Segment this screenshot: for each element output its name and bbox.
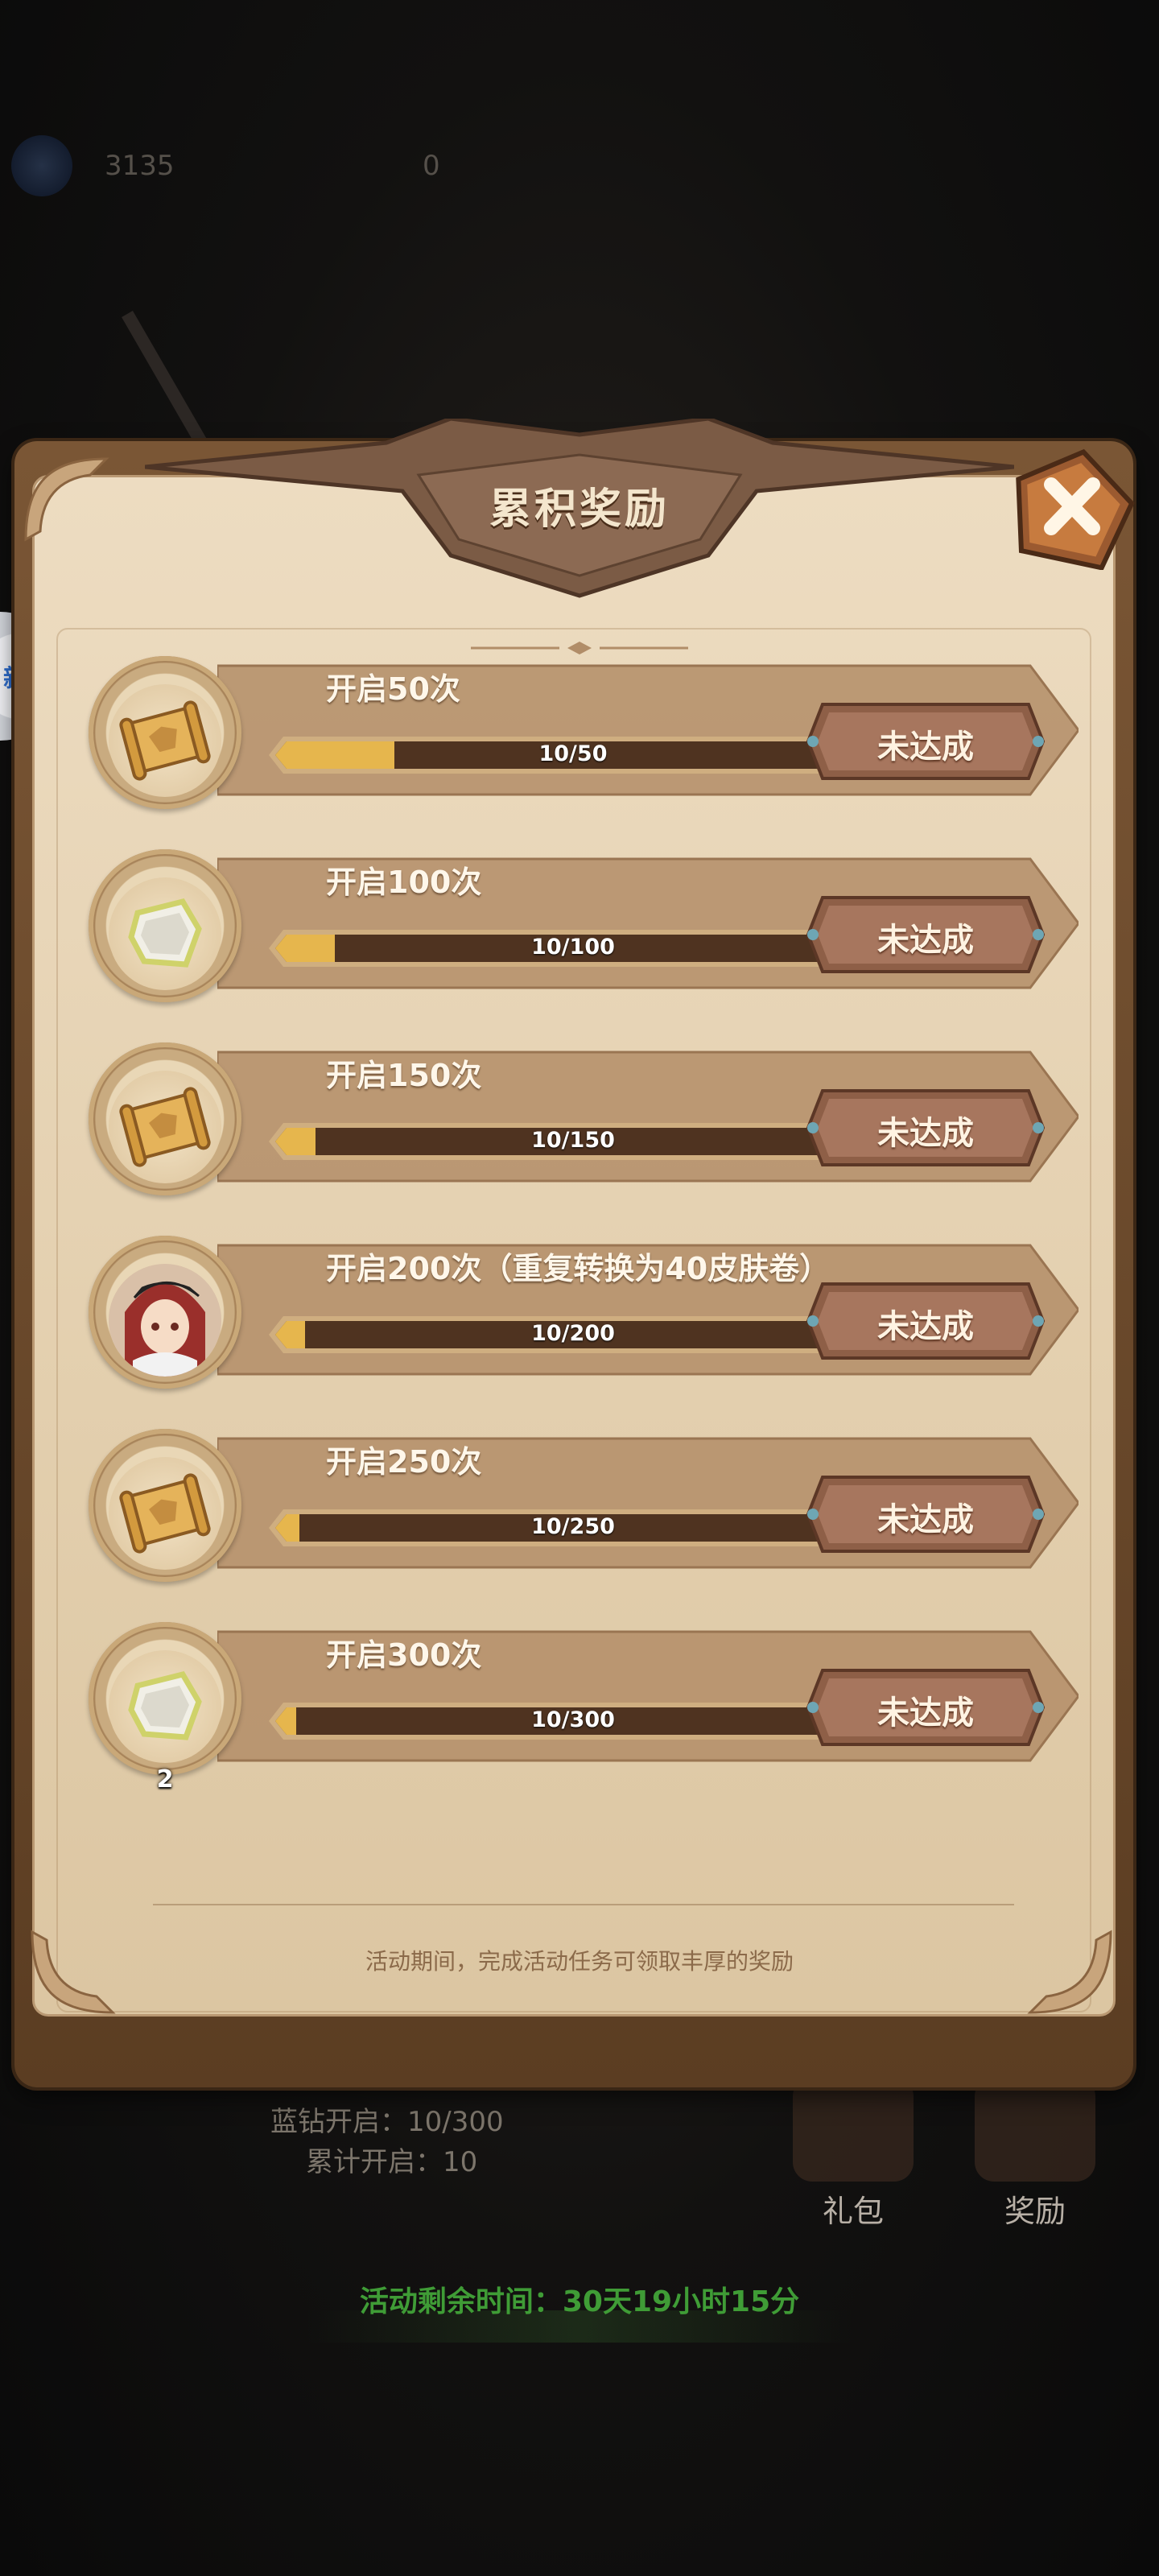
claim-status-label: 未达成 — [877, 1308, 974, 1345]
reward-row: 开启100次 10/100 未达成 — [89, 841, 1080, 1002]
reward-button[interactable]: 奖励 — [955, 2077, 1116, 2230]
hero-portrait-icon — [109, 1264, 221, 1377]
close-icon — [1016, 448, 1135, 571]
close-button[interactable] — [1004, 441, 1140, 571]
reward-label: 奖励 — [1004, 2194, 1066, 2229]
reward-row: 2 开启300次 10/300 未达成 — [89, 1614, 1080, 1794]
reward-icon-frame[interactable] — [89, 656, 241, 809]
reward-icon-frame[interactable] — [89, 1429, 241, 1582]
claim-status-label: 未达成 — [877, 1695, 974, 1732]
reward-icon-frame[interactable] — [89, 1622, 241, 1775]
progress-text: 10/250 — [531, 1514, 615, 1539]
reward-row-title: 开启200次（重复转换为40皮肤卷） — [326, 1251, 831, 1286]
reward-icon-frame[interactable] — [89, 1236, 241, 1389]
reward-icon-frame[interactable] — [89, 849, 241, 1002]
reward-row: 开启150次 10/150 未达成 — [89, 1034, 1080, 1195]
stone-icon — [109, 1650, 221, 1763]
corner-ornament-top-left — [18, 451, 114, 547]
panel-title: 累积奖励 — [489, 485, 670, 534]
total-open-stat: 累计开启：10 — [306, 2146, 478, 2178]
player-avatar — [11, 135, 72, 196]
blue-diamond-open-stat: 蓝钻开启：10/300 — [270, 2106, 504, 2138]
gift-pack-label: 礼包 — [822, 2194, 884, 2229]
scroll-icon — [109, 1071, 221, 1183]
currency-amount-secondary: 0 — [423, 150, 440, 182]
corner-ornament-bottom-right — [1022, 1924, 1119, 2021]
footer-divider — [153, 1904, 1014, 1905]
reward-row: 开启250次 10/250 未达成 — [89, 1421, 1080, 1582]
reward-row-title: 开启300次 — [326, 1637, 482, 1673]
stone-icon — [109, 877, 221, 990]
progress-text: 10/150 — [531, 1128, 615, 1153]
currency-amount: 3135 — [105, 150, 175, 182]
claim-status-label: 未达成 — [877, 729, 974, 766]
progress-text: 10/200 — [531, 1321, 615, 1346]
claim-status-label: 未达成 — [877, 1501, 974, 1538]
progress-text: 10/300 — [531, 1707, 615, 1732]
reward-row-title: 开启100次 — [326, 865, 482, 900]
reward-row-title: 开启250次 — [326, 1444, 482, 1480]
gift-pack-button[interactable]: 礼包 — [773, 2077, 934, 2230]
corner-ornament-bottom-left — [24, 1924, 121, 2021]
claim-status-label: 未达成 — [877, 922, 974, 959]
event-remaining-time: 活动剩余时间：30天19小时15分 — [359, 2285, 800, 2318]
reward-item-count: 2 — [156, 1765, 174, 1794]
progress-text: 10/100 — [531, 935, 615, 960]
reward-row: 开启200次（重复转换为40皮肤卷） 10/200 未达成 — [89, 1228, 1080, 1389]
footer-note: 活动期间，完成活动任务可领取丰厚的奖励 — [365, 1948, 794, 1975]
gift-icon — [793, 2077, 914, 2182]
reward-row-title: 开启150次 — [326, 1058, 482, 1093]
progress-text: 10/50 — [538, 741, 608, 766]
scroll-icon — [109, 1457, 221, 1570]
scroll-clock-icon — [975, 2077, 1095, 2182]
reward-row-title: 开启50次 — [326, 671, 460, 707]
reward-row: 开启50次 10/50 未达成 — [89, 648, 1080, 809]
claim-status-label: 未达成 — [877, 1115, 974, 1152]
scroll-icon — [109, 684, 221, 797]
reward-icon-frame[interactable] — [89, 1042, 241, 1195]
